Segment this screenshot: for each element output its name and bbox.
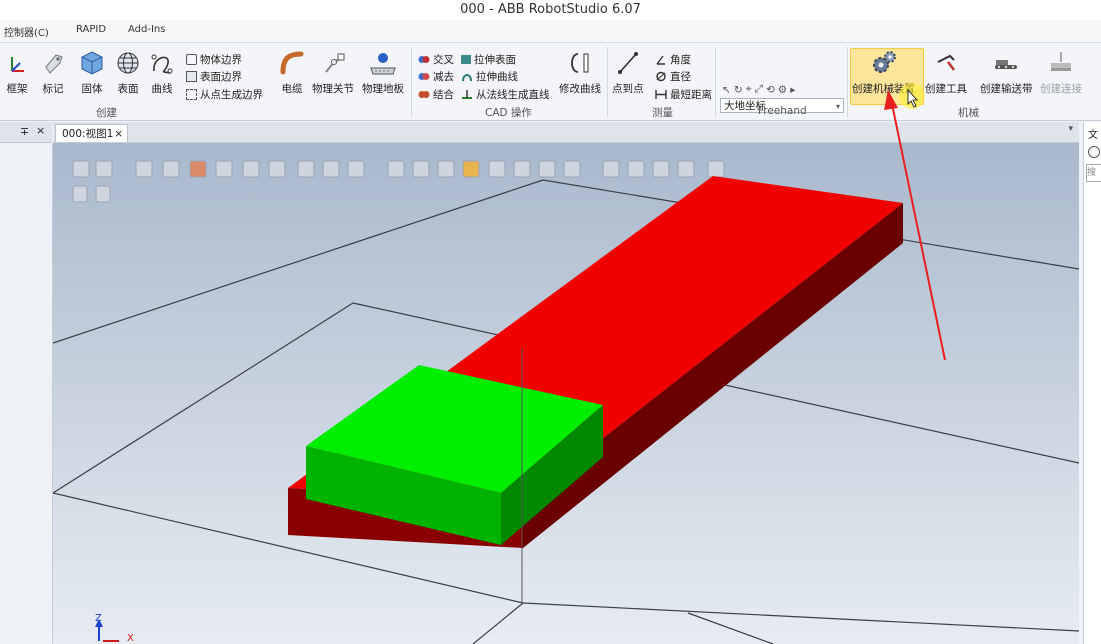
annotation-arrow — [884, 83, 946, 361]
